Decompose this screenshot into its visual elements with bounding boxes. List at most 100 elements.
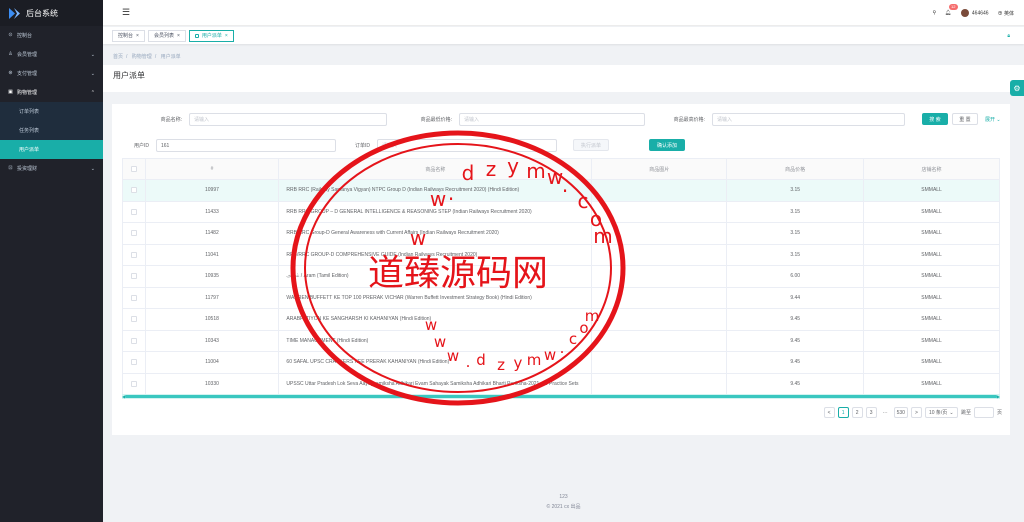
confirm-add-button[interactable]: 确认添加 xyxy=(649,139,685,151)
table-row[interactable]: 10343 TIME MANAGEMENT (Hindi Edition) 9.45… xyxy=(122,330,1000,352)
page-1[interactable]: 1 xyxy=(837,407,849,418)
cell-id: 11041 xyxy=(146,244,280,265)
row-checkbox[interactable] xyxy=(130,380,137,387)
breadcrumb-parent[interactable]: 购物管理 xyxy=(132,54,152,60)
cell-shop: SMMALL xyxy=(864,352,1000,373)
row-checkbox[interactable] xyxy=(130,230,137,237)
row-checkbox[interactable] xyxy=(130,316,137,323)
row-select-cell xyxy=(122,309,146,330)
name-label: 商品名称: xyxy=(160,117,182,123)
table-row[interactable]: 11004 60 SAFAL UPSC CRACKERS KEE PRERAK K… xyxy=(122,352,1000,374)
cell-id: 11433 xyxy=(146,201,280,222)
scrollbar-thumb[interactable] xyxy=(125,395,997,398)
table-row[interactable]: 11433 RRB RRC GROUP – D GENERAL INTELLIGE… xyxy=(122,201,1000,223)
user-id-input[interactable]: 161 xyxy=(156,139,336,152)
select-all-checkbox[interactable] xyxy=(130,166,137,172)
page-last[interactable]: 530 xyxy=(893,407,908,418)
col-id: # xyxy=(146,159,280,179)
footer-line1: 123 xyxy=(559,494,568,500)
sidebar-item-label: 会员管理 xyxy=(17,52,38,58)
table-row[interactable]: 11797 WARREN BUFFETT KE TOP 100 PRERAK VI… xyxy=(122,287,1000,309)
goto-page-input[interactable] xyxy=(973,407,994,418)
cell-id: 10330 xyxy=(146,373,280,394)
sidebar-item-orders[interactable]: 订单列表 xyxy=(0,102,103,121)
user-icon: ♙ xyxy=(8,51,13,57)
chevron-up-icon: ⌃ xyxy=(90,89,95,96)
page-2[interactable]: 2 xyxy=(851,407,863,418)
close-icon[interactable]: × xyxy=(177,33,180,39)
sidebar-item-members[interactable]: ♙ 会员管理 ⌄ xyxy=(0,45,103,64)
cell-id: 10997 xyxy=(146,180,280,201)
sidebar-item-label: 购物管理 xyxy=(17,90,38,96)
sidebar-item-shopping[interactable]: ▣ 购物管理 ⌃ xyxy=(0,83,103,102)
order-id-input[interactable]: 请输入 xyxy=(377,139,557,152)
logo[interactable]: 后台系统 xyxy=(0,0,103,26)
next-page-button[interactable]: > xyxy=(910,407,922,418)
search-button[interactable]: 搜 索 xyxy=(922,113,948,125)
select-all-cell xyxy=(122,159,146,179)
page-3[interactable]: 3 xyxy=(865,407,877,418)
table-row[interactable]: 10518 ARABPATIYON KE SANGHARSH KI KAHANIY… xyxy=(122,309,1000,331)
name-input[interactable]: 请输入 xyxy=(189,113,387,126)
reset-button[interactable]: 重 置 xyxy=(952,113,978,125)
lock-icon[interactable]: 🔒︎ xyxy=(1007,33,1010,39)
table-row[interactable]: 10935 அறம் / Aram (Tamil Edition) 6.00 SMMA… xyxy=(122,266,1000,288)
max-price-input[interactable]: 请输入 xyxy=(712,113,905,126)
sidebar-item-label: 支付管理 xyxy=(17,71,38,77)
close-icon[interactable]: × xyxy=(136,33,139,39)
close-icon[interactable]: × xyxy=(225,33,228,39)
tab-status-icon xyxy=(194,33,199,38)
notification-button[interactable]: 🔔︎ 12 xyxy=(945,4,958,16)
language-switch[interactable]: ⊕ 英体 xyxy=(998,10,1014,17)
horizontal-scrollbar[interactable]: ◀ ▶ xyxy=(122,394,1000,399)
scroll-right-icon[interactable]: ▶ xyxy=(997,394,1000,399)
cell-image xyxy=(592,352,728,373)
sidebar-item-tasks[interactable]: 任务列表 xyxy=(0,121,103,140)
table-row[interactable]: 10997 RRB RRC (Railway Samanya Vigyan) NT… xyxy=(122,180,1000,202)
cell-name: UPSSC Uttar Pradesh Lok Seva Aayogsamiks… xyxy=(279,373,593,394)
row-checkbox[interactable] xyxy=(130,359,137,366)
tab-console[interactable]: 控制台 × xyxy=(112,29,145,42)
prev-page-button[interactable]: < xyxy=(823,407,835,418)
dispatch-button[interactable]: 执行派单 xyxy=(573,139,609,151)
page-ellipsis[interactable]: ··· xyxy=(879,407,891,418)
row-checkbox[interactable] xyxy=(130,273,137,280)
row-select-cell xyxy=(122,244,146,265)
row-checkbox[interactable] xyxy=(130,187,137,194)
page-size-select[interactable]: 10 条/页 ⌄ xyxy=(924,407,958,418)
col-name: 商品名称 xyxy=(279,159,593,179)
sidebar-item-console[interactable]: ⊙ 控制台 xyxy=(0,26,103,45)
user-menu[interactable]: 464646 xyxy=(960,9,989,17)
row-checkbox[interactable] xyxy=(130,337,137,344)
cell-shop: SMMALL xyxy=(864,330,1000,351)
min-price-input[interactable]: 请输入 xyxy=(459,113,645,126)
col-shop: 店铺名称 xyxy=(864,159,1000,179)
table-row[interactable]: 11041 RRB/RRC GROUP-D COMPREHENSIVE GUIDE… xyxy=(122,244,1000,266)
breadcrumb-home[interactable]: 首页 xyxy=(113,54,123,60)
cart-icon: ▣ xyxy=(8,89,13,95)
cell-shop: SMMALL xyxy=(864,309,1000,330)
chevron-down-icon: ⌄ xyxy=(90,70,95,77)
chevron-down-icon: ⌄ xyxy=(90,165,95,172)
row-checkbox[interactable] xyxy=(130,294,137,301)
expand-link[interactable]: 展开 ⌄ xyxy=(985,116,1001,123)
cell-image xyxy=(592,373,728,394)
menu-toggle-icon[interactable]: ☰ xyxy=(122,7,130,18)
row-checkbox[interactable] xyxy=(130,208,137,215)
sidebar-item-dispatch[interactable]: 用户派单 xyxy=(0,140,103,159)
tab-dispatch[interactable]: 用户派单 × xyxy=(188,29,234,42)
cell-id: 10935 xyxy=(146,266,280,287)
settings-gear-icon[interactable]: ⚙ xyxy=(1010,80,1024,96)
search-icon[interactable]: ⚲ xyxy=(932,10,936,16)
filter-max-price: 商品最高价格: 请输入 xyxy=(652,113,905,126)
tab-members[interactable]: 会员列表 × xyxy=(147,29,186,42)
row-checkbox[interactable] xyxy=(130,251,137,258)
row-select-cell xyxy=(122,330,146,351)
table-row[interactable]: 11482 RRB/RRC Group-D General Awareness w… xyxy=(122,223,1000,245)
sidebar-item-invest[interactable]: ⊡ 投资理财 ⌄ xyxy=(0,159,103,178)
row-select-cell xyxy=(122,223,146,244)
table-row[interactable]: 10330 UPSSC Uttar Pradesh Lok Seva Aayogs… xyxy=(122,373,1000,395)
sidebar-item-payment[interactable]: ⊛ 支付管理 ⌄ xyxy=(0,64,103,83)
col-price: 商品价格 xyxy=(727,159,865,179)
max-price-label: 商品最高价格: xyxy=(673,117,705,123)
